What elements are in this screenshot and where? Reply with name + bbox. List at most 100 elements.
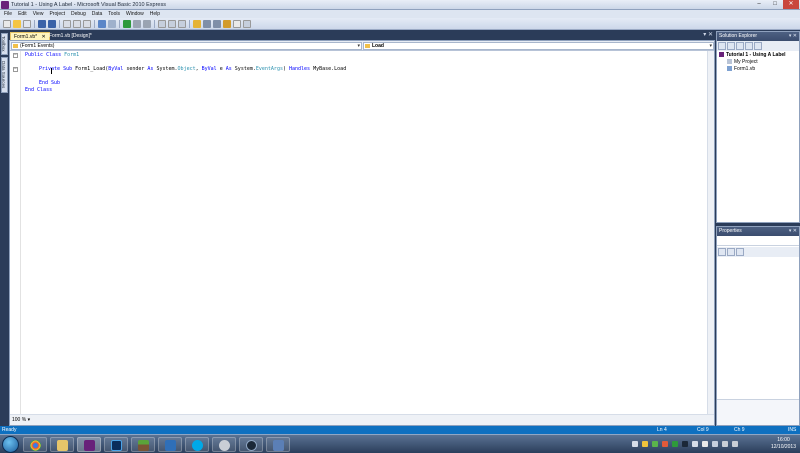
taskbar-photoshop[interactable]: [104, 437, 128, 452]
stop-icon[interactable]: [143, 19, 151, 28]
taskbar-remote-desktop[interactable]: [266, 437, 290, 452]
taskbar-chrome[interactable]: [23, 437, 47, 452]
chevron-down-icon: ▾: [27, 417, 31, 423]
taskbar-minecraft[interactable]: [131, 437, 155, 452]
data-sources-side-tab[interactable]: Data Sources: [1, 57, 8, 93]
zoom-level-dropdown[interactable]: 100 % ▾: [12, 417, 30, 423]
solution-explorer-icon[interactable]: [203, 19, 211, 28]
undo-icon[interactable]: [98, 19, 106, 28]
copy-icon[interactable]: [73, 19, 81, 28]
tray-app-icon[interactable]: [662, 441, 668, 447]
collapse-sub-icon[interactable]: −: [13, 67, 18, 72]
class-name-dropdown[interactable]: (Form1 Events) ▾: [11, 42, 362, 50]
properties-header: Properties ▾ ✕: [717, 227, 799, 236]
tray-app-icon[interactable]: [642, 441, 648, 447]
taskbar-security[interactable]: [212, 437, 236, 452]
tray-app-icon[interactable]: [652, 441, 658, 447]
property-pages-icon[interactable]: [736, 248, 744, 256]
tab-form1-code[interactable]: Form1.vb* ✕: [10, 32, 50, 40]
code-line-3: Private Sub Form1_Load(ByVal sender As S…: [39, 66, 347, 72]
monitor-icon: [273, 440, 284, 451]
properties-window-icon[interactable]: [213, 19, 221, 28]
paste-icon[interactable]: [83, 19, 91, 28]
code-line-1: Public Class Form1: [25, 52, 80, 58]
method-name-dropdown[interactable]: Load ▾: [363, 42, 714, 50]
vertical-scrollbar[interactable]: [707, 51, 714, 415]
code-line-5: End Sub: [39, 80, 61, 86]
pin-icon[interactable]: ▾ ✕: [789, 32, 797, 41]
menu-window[interactable]: Window: [123, 10, 147, 18]
code-editor[interactable]: (Form1 Events) ▾ Load ▾ − − Public Class…: [9, 40, 715, 426]
horizontal-scrollbar[interactable]: 100 % ▾: [10, 414, 714, 425]
toolbox-side-tab[interactable]: Toolbox: [1, 33, 8, 55]
start-page-icon[interactable]: [233, 19, 241, 28]
alphabetical-icon[interactable]: [727, 248, 735, 256]
cut-icon[interactable]: [63, 19, 71, 28]
close-window-button[interactable]: ✕: [783, 0, 799, 9]
toolbar-options-icon[interactable]: [243, 19, 251, 28]
step-over-icon[interactable]: [168, 19, 176, 28]
system-tray: 16:00 12/10/2013: [630, 435, 800, 453]
open-file-icon[interactable]: [13, 19, 21, 28]
properties-icon[interactable]: [718, 42, 726, 50]
tab-form1-design[interactable]: Form1.vb [Design]*: [46, 32, 95, 40]
save-icon[interactable]: [38, 19, 46, 28]
menu-view[interactable]: View: [30, 10, 47, 18]
taskbar-steam[interactable]: [239, 437, 263, 452]
step-into-icon[interactable]: [158, 19, 166, 28]
network-icon[interactable]: [722, 441, 728, 447]
tray-app-icon[interactable]: [702, 441, 708, 447]
tray-app-icon[interactable]: [672, 441, 678, 447]
menu-debug[interactable]: Debug: [68, 10, 89, 18]
column-number: Col 9: [697, 427, 709, 433]
pause-icon[interactable]: [133, 19, 141, 28]
step-out-icon[interactable]: [178, 19, 186, 28]
taskbar-virtualbox[interactable]: [158, 437, 182, 452]
menu-project[interactable]: Project: [46, 10, 68, 18]
menu-file[interactable]: File: [1, 10, 15, 18]
tree-item-form1[interactable]: Form1.vb: [727, 66, 755, 72]
refresh-icon[interactable]: [736, 42, 744, 50]
categorized-icon[interactable]: [718, 248, 726, 256]
tree-item-my-project[interactable]: My Project: [727, 59, 758, 65]
taskbar-explorer[interactable]: [50, 437, 74, 452]
menu-data[interactable]: Data: [89, 10, 106, 18]
maximize-button[interactable]: □: [768, 0, 782, 9]
save-all-icon[interactable]: [48, 19, 56, 28]
taskbar-skype[interactable]: [185, 437, 209, 452]
clock-time: 16:00: [777, 437, 790, 443]
show-hidden-icons-icon[interactable]: [632, 441, 638, 447]
view-designer-icon[interactable]: [754, 42, 762, 50]
visual-studio-icon: [84, 440, 95, 451]
code-area[interactable]: − − Public Class Form1 Private Sub Form1…: [10, 51, 707, 415]
collapse-class-icon[interactable]: −: [13, 53, 18, 58]
find-icon[interactable]: [193, 19, 201, 28]
tab-list-dropdown-icon[interactable]: ▾ ✕: [703, 31, 713, 40]
navigation-bar: (Form1 Events) ▾ Load ▾: [10, 41, 714, 51]
object-selector[interactable]: [717, 237, 799, 246]
menu-help[interactable]: Help: [147, 10, 163, 18]
menu-edit[interactable]: Edit: [15, 10, 30, 18]
title-bar: Tutorial 1 - Using A Label - Microsoft V…: [0, 0, 800, 10]
volume-icon[interactable]: [732, 441, 738, 447]
solution-explorer-toolbar: [717, 41, 799, 51]
tree-item-project[interactable]: Tutorial 1 - Using A Label: [719, 52, 786, 58]
taskbar-clock[interactable]: 16:00 12/10/2013: [771, 437, 796, 451]
tray-app-icon[interactable]: [682, 441, 688, 447]
taskbar-visual-basic[interactable]: [77, 437, 101, 452]
pin-icon[interactable]: ▾ ✕: [789, 227, 797, 236]
minimize-button[interactable]: –: [752, 0, 766, 9]
view-code-icon[interactable]: [745, 42, 753, 50]
menu-tools[interactable]: Tools: [105, 10, 123, 18]
start-button[interactable]: [2, 436, 19, 453]
toolbox-icon[interactable]: [223, 19, 231, 28]
start-debugging-icon[interactable]: [123, 19, 131, 28]
new-project-icon[interactable]: [3, 19, 11, 28]
skype-icon: [192, 440, 203, 451]
tray-app-icon[interactable]: [692, 441, 698, 447]
redo-icon[interactable]: [108, 19, 116, 28]
toolbar-separator: [59, 19, 60, 28]
tray-app-icon[interactable]: [712, 441, 718, 447]
show-all-files-icon[interactable]: [727, 42, 735, 50]
add-item-icon[interactable]: [23, 19, 31, 28]
